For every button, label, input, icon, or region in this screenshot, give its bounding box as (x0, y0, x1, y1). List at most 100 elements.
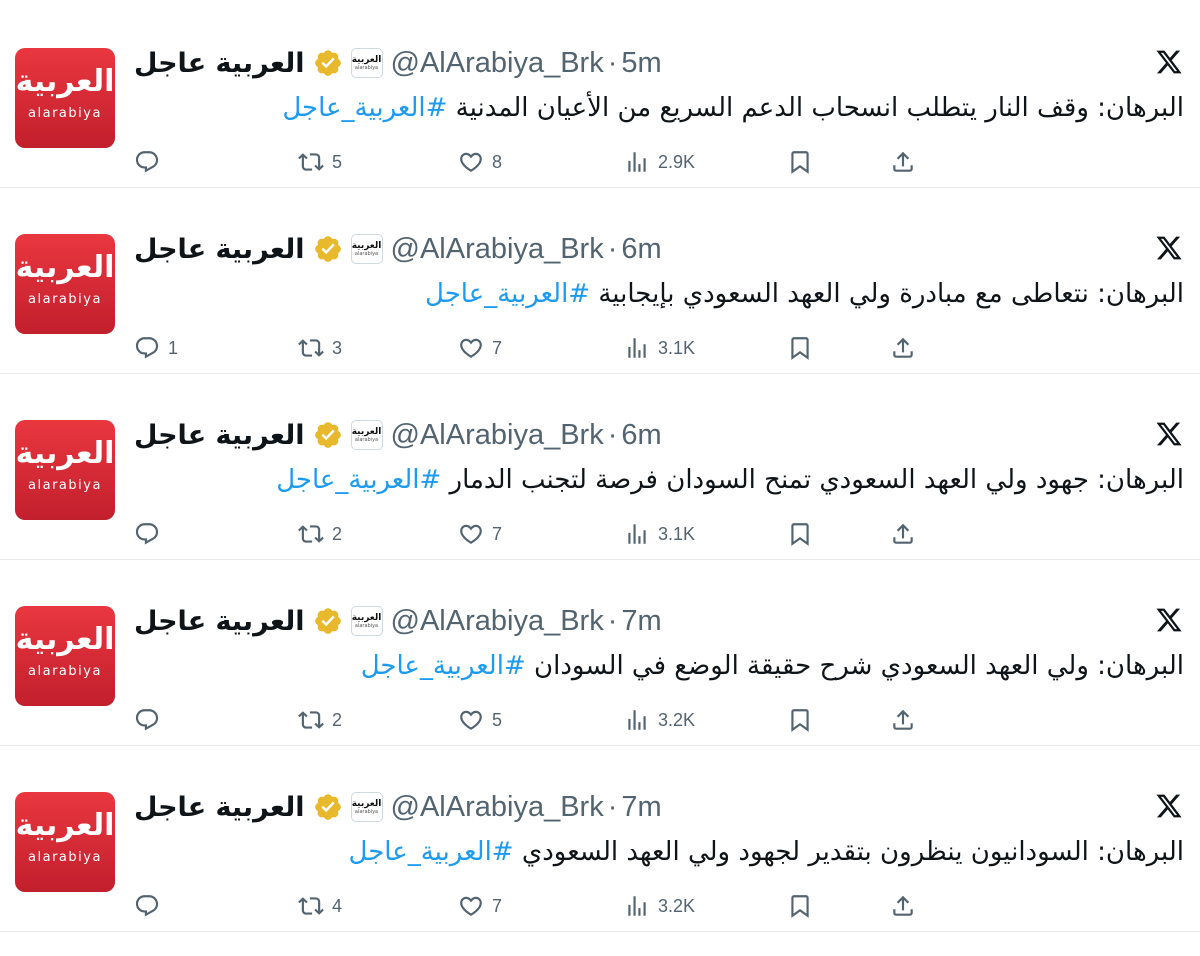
tweet-1[interactable]: العربية alarabiya العربية عاجل العربية a… (0, 2, 1200, 188)
avatar[interactable]: العربية alarabiya (15, 420, 115, 520)
share-button[interactable] (890, 514, 916, 554)
avatar-logo-arabic: العربية (15, 436, 115, 471)
reply-button[interactable] (134, 142, 168, 182)
hashtag-link[interactable]: #العربية_عاجل (276, 465, 441, 495)
tweet-body: البرهان: جهود ولي العهد السعودي تمنح الس… (441, 465, 1184, 495)
retweet-button[interactable]: 3 (298, 328, 342, 368)
tweet-timestamp[interactable]: 5m (621, 47, 661, 80)
reply-button[interactable] (134, 886, 168, 926)
tweet-timestamp[interactable]: 7m (621, 791, 661, 824)
reply-button[interactable] (134, 700, 168, 740)
share-icon (893, 151, 913, 172)
bookmark-button[interactable] (787, 514, 813, 554)
tweet-3[interactable]: العربية alarabiya العربية عاجل العربية a… (0, 374, 1200, 560)
bookmark-button[interactable] (787, 700, 813, 740)
share-button[interactable] (890, 328, 916, 368)
bookmark-icon (791, 709, 809, 732)
account-name[interactable]: العربية عاجل (134, 48, 305, 79)
account-handle[interactable]: @AlArabiya_Brk (391, 791, 604, 824)
like-count: 7 (492, 523, 503, 544)
tweet-5[interactable]: العربية alarabiya العربية عاجل العربية a… (0, 746, 1200, 932)
like-count: 5 (492, 709, 503, 730)
hashtag-link[interactable]: #العربية_عاجل (349, 837, 514, 867)
account-name[interactable]: العربية عاجل (134, 420, 305, 451)
tweet-body: البرهان: ولي العهد السعودي شرح حقيقة الو… (525, 651, 1184, 681)
affiliate-badge-ar: العربية (351, 799, 382, 809)
bookmark-icon (791, 523, 809, 546)
tweet-feed: العربية alarabiya العربية عاجل العربية a… (0, 0, 1200, 956)
retweet-button[interactable]: 2 (298, 514, 342, 554)
reply-button[interactable] (134, 514, 168, 554)
retweet-count: 2 (332, 709, 343, 730)
affiliate-badge-ar: العربية (351, 613, 382, 623)
affiliate-badge[interactable]: العربية alarabiya (350, 234, 383, 264)
hashtag-link[interactable]: #العربية_عاجل (361, 651, 526, 681)
heart-icon (460, 524, 482, 544)
account-handle[interactable]: @AlArabiya_Brk (391, 47, 604, 80)
account-handle[interactable]: @AlArabiya_Brk (391, 233, 604, 266)
views-icon (628, 338, 646, 358)
retweet-count: 3 (332, 337, 343, 358)
tweet-actions: 2 7 3.1K (134, 514, 934, 554)
retweet-icon (298, 339, 324, 357)
views-button[interactable]: 3.1K (624, 328, 695, 368)
views-count: 3.1K (658, 337, 696, 358)
share-button[interactable] (890, 886, 916, 926)
views-button[interactable]: 3.2K (624, 886, 695, 926)
bookmark-button[interactable] (787, 328, 813, 368)
affiliate-badge[interactable]: العربية alarabiya (350, 48, 383, 78)
like-button[interactable]: 5 (458, 700, 502, 740)
bookmark-button[interactable] (787, 142, 813, 182)
account-name[interactable]: العربية عاجل (134, 792, 305, 823)
tweet-timestamp[interactable]: 7m (621, 605, 661, 638)
tweet-timestamp[interactable]: 6m (621, 233, 661, 266)
retweet-button[interactable]: 5 (298, 142, 342, 182)
account-handle[interactable]: @AlArabiya_Brk (391, 419, 604, 452)
views-button[interactable]: 3.2K (624, 700, 695, 740)
like-button[interactable]: 7 (458, 886, 502, 926)
account-name[interactable]: العربية عاجل (134, 606, 305, 637)
affiliate-badge[interactable]: العربية alarabiya (350, 420, 383, 450)
tweet-text: البرهان: جهود ولي العهد السعودي تمنح الس… (276, 458, 1184, 502)
hashtag-link[interactable]: #العربية_عاجل (282, 93, 447, 123)
tweet-text: البرهان: السودانيون ينظرون بتقدير لجهود … (349, 830, 1184, 874)
reply-icon (135, 151, 159, 173)
tweet-header: العربية عاجل العربية alarabiya @AlArabiy… (134, 786, 662, 828)
avatar[interactable]: العربية alarabiya (15, 48, 115, 148)
tweet-text: البرهان: وقف النار يتطلب انسحاب الدعم ال… (282, 86, 1184, 130)
retweet-button[interactable]: 4 (298, 886, 342, 926)
views-count: 3.1K (658, 523, 696, 544)
like-count: 8 (492, 151, 503, 172)
views-button[interactable]: 2.9K (624, 142, 695, 182)
views-icon (628, 710, 646, 730)
avatar[interactable]: العربية alarabiya (15, 234, 115, 334)
avatar[interactable]: العربية alarabiya (15, 606, 115, 706)
reply-button[interactable]: 1 (134, 328, 178, 368)
x-logo-icon (1154, 420, 1184, 448)
retweet-button[interactable]: 2 (298, 700, 342, 740)
tweet-header: العربية عاجل العربية alarabiya @AlArabiy… (134, 600, 662, 642)
affiliate-badge[interactable]: العربية alarabiya (350, 606, 383, 636)
avatar[interactable]: العربية alarabiya (15, 792, 115, 892)
verified-icon[interactable] (313, 606, 343, 636)
share-button[interactable] (890, 700, 916, 740)
account-name[interactable]: العربية عاجل (134, 234, 305, 265)
bookmark-button[interactable] (787, 886, 813, 926)
tweet-2[interactable]: العربية alarabiya العربية عاجل العربية a… (0, 188, 1200, 374)
views-button[interactable]: 3.1K (624, 514, 695, 554)
verified-icon[interactable] (313, 48, 343, 78)
like-button[interactable]: 7 (458, 514, 502, 554)
verified-icon[interactable] (313, 792, 343, 822)
account-handle[interactable]: @AlArabiya_Brk (391, 605, 604, 638)
tweet-4[interactable]: العربية alarabiya العربية عاجل العربية a… (0, 560, 1200, 746)
hashtag-link[interactable]: #العربية_عاجل (425, 279, 590, 309)
retweet-count: 2 (332, 523, 343, 544)
like-button[interactable]: 8 (458, 142, 502, 182)
affiliate-badge[interactable]: العربية alarabiya (350, 792, 383, 822)
reply-icon (135, 895, 159, 917)
verified-icon[interactable] (313, 420, 343, 450)
share-button[interactable] (890, 142, 916, 182)
tweet-timestamp[interactable]: 6m (621, 419, 661, 452)
verified-icon[interactable] (313, 234, 343, 264)
like-button[interactable]: 7 (458, 328, 502, 368)
